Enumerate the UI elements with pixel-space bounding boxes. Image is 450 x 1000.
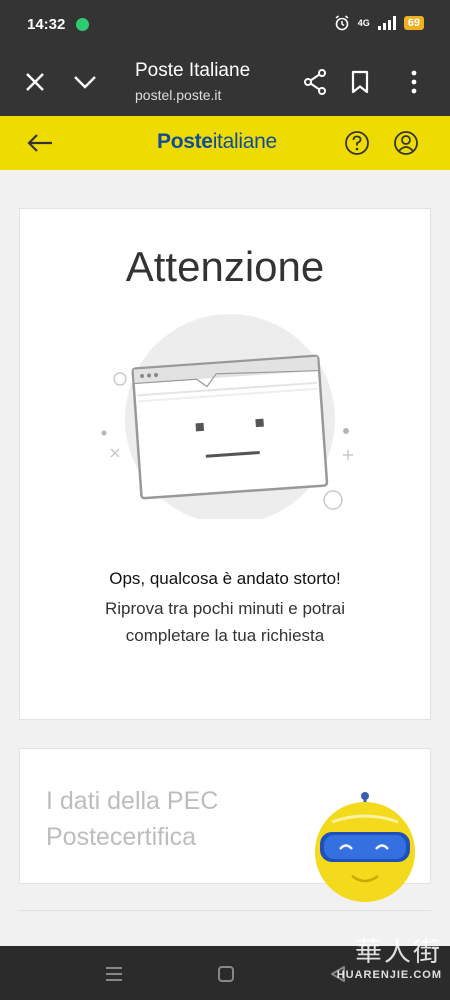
close-icon — [26, 73, 44, 91]
help-button[interactable] — [341, 127, 373, 159]
pec-card-title: I dati della PEC Postecertifica — [46, 783, 286, 855]
logo-light-text: italiane — [212, 130, 277, 153]
error-card: Attenzione Ops, qualcosa è andato storto… — [19, 208, 431, 720]
watermark-domain: HUARENJIE.COM — [336, 969, 442, 981]
error-message-body: Riprova tra pochi minuti e potrai comple… — [60, 595, 390, 649]
collapse-button[interactable] — [69, 66, 101, 98]
browser-url[interactable]: postel.poste.it — [135, 87, 221, 103]
watermark-chinese: 華人街 — [355, 937, 442, 968]
back-arrow-icon — [27, 134, 52, 152]
recent-apps-button[interactable] — [100, 960, 128, 988]
watermark: 華人街 HUARENJIE.COM — [337, 930, 442, 981]
shield-icon — [76, 18, 89, 31]
close-button[interactable] — [19, 66, 51, 98]
logo-bold-text: Poste — [157, 130, 213, 153]
browser-page-title: Poste Italiane — [135, 60, 251, 81]
home-button[interactable] — [212, 960, 240, 988]
alarm-icon — [335, 15, 349, 31]
bookmark-button[interactable] — [344, 66, 376, 98]
menu-icon — [106, 967, 122, 981]
status-bar: 14:32 4G 69 — [0, 0, 450, 48]
status-indicators: 4G 69 — [334, 15, 424, 31]
bookmark-icon — [351, 70, 369, 94]
signal-icon — [377, 16, 396, 30]
home-square-icon — [218, 966, 234, 982]
error-message-line: completare la tua richiesta — [125, 626, 325, 645]
more-vertical-icon — [411, 70, 417, 94]
back-button[interactable] — [24, 127, 56, 159]
status-time: 14:32 — [27, 16, 66, 33]
network-label: 4G — [357, 18, 370, 28]
chatbot-assistant-icon[interactable] — [312, 792, 418, 902]
more-options-button[interactable] — [398, 66, 430, 98]
browser-toolbar: Poste Italiane postel.poste.it — [0, 48, 450, 116]
user-icon — [394, 131, 418, 155]
broken-browser-illustration — [101, 314, 353, 519]
error-message-line: Riprova tra pochi minuti e potrai — [104, 599, 345, 618]
help-icon — [345, 131, 369, 155]
share-icon — [304, 69, 326, 95]
share-button[interactable] — [299, 66, 331, 98]
poste-italiane-logo: Posteitaliane — [157, 130, 277, 154]
error-message-title: Ops, qualcosa è andato storto! — [109, 569, 341, 588]
user-button[interactable] — [390, 127, 422, 159]
pec-title-line: Postecertifica — [46, 823, 197, 851]
pec-title-line: I dati della PEC — [46, 787, 219, 815]
site-header: Posteitaliane — [0, 116, 450, 170]
content-divider — [19, 910, 431, 911]
chevron-down-icon — [74, 76, 96, 89]
battery-indicator: 69 — [403, 16, 424, 30]
error-title: Attenzione — [125, 243, 325, 290]
